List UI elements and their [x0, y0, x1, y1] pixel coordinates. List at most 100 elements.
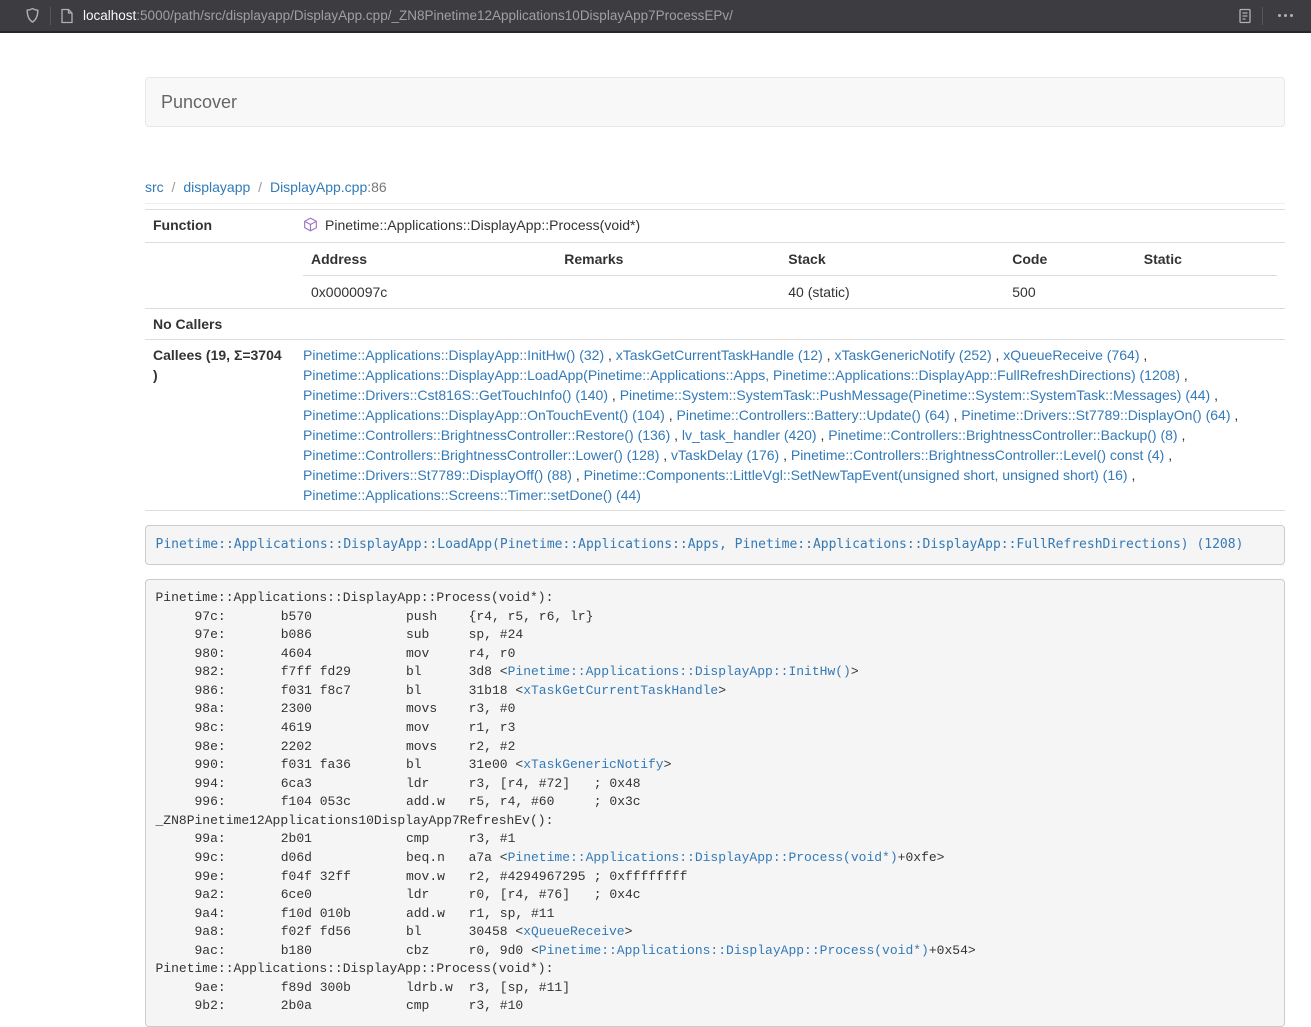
asm-line: 980: 4604 mov r4, r0 [156, 646, 516, 661]
callee-separator: , [665, 407, 677, 423]
callee-separator: , [1180, 367, 1188, 383]
asm-symbol-link[interactable]: xQueueReceive [523, 924, 624, 939]
assembly-code: Pinetime::Applications::DisplayApp::Proc… [156, 590, 976, 1013]
callee-link[interactable]: Pinetime::Controllers::BrightnessControl… [791, 447, 1164, 463]
col-static: Static [1136, 243, 1277, 276]
loadapp-highlight-box: Pinetime::Applications::DisplayApp::Load… [145, 525, 1285, 565]
callee-separator: , [823, 347, 835, 363]
breadcrumb-separator: / [164, 179, 184, 195]
asm-line: 99c: d06d beq.n a7a <Pinetime::Applicati… [156, 850, 945, 865]
url-path: :5000/path/src/displayapp/DisplayApp.cpp… [136, 8, 733, 23]
breadcrumb-link[interactable]: src [145, 179, 164, 195]
breadcrumb-link[interactable]: displayapp [183, 179, 250, 195]
asm-line: 9a2: 6ce0 ldr r0, [r4, #76] ; 0x4c [156, 887, 641, 902]
callee-separator: , [1139, 347, 1147, 363]
callee-link[interactable]: Pinetime::Controllers::BrightnessControl… [303, 427, 670, 443]
callee-separator: , [1210, 387, 1218, 403]
callee-link[interactable]: xTaskGenericNotify (252) [834, 347, 991, 363]
assembly-block: Pinetime::Applications::DisplayApp::Proc… [145, 579, 1285, 1027]
asm-line: 9ac: b180 cbz r0, 9d0 <Pinetime::Applica… [156, 943, 976, 958]
asm-line: 986: f031 f8c7 bl 31b18 <xTaskGetCurrent… [156, 683, 727, 698]
metrics-header-row: Address Remarks Stack Code Static [303, 243, 1277, 276]
overflow-menu-icon[interactable] [1272, 14, 1299, 17]
callee-link[interactable]: Pinetime::Drivers::St7789::DisplayOn() (… [961, 407, 1230, 423]
asm-line: Pinetime::Applications::DisplayApp::Proc… [156, 590, 554, 605]
callee-link[interactable]: Pinetime::Drivers::Cst816S::GetTouchInfo… [303, 387, 608, 403]
callee-separator: , [1178, 427, 1186, 443]
breadcrumb-separator: / [250, 179, 270, 195]
callee-link[interactable]: Pinetime::Applications::Screens::Timer::… [303, 487, 641, 503]
asm-line: 9a8: f02f fd56 bl 30458 <xQueueReceive> [156, 924, 633, 939]
app-header: Puncover [145, 77, 1285, 127]
breadcrumb-link[interactable]: DisplayApp.cpp [270, 179, 367, 195]
shield-icon[interactable] [24, 7, 41, 24]
asm-line: 98c: 4619 mov r1, r3 [156, 720, 516, 735]
col-stack: Stack [780, 243, 1004, 276]
breadcrumb: src / displayapp / DisplayApp.cpp:86 [145, 180, 1285, 194]
asm-line: 9b2: 2b0a cmp r3, #10 [156, 998, 524, 1013]
asm-line: _ZN8Pinetime12Applications10DisplayApp7R… [156, 813, 554, 828]
callees-list: Pinetime::Applications::DisplayApp::Init… [295, 340, 1285, 511]
function-label: Function [145, 210, 295, 243]
callee-separator: , [779, 447, 791, 463]
callee-link[interactable]: xQueueReceive (764) [1003, 347, 1139, 363]
callee-separator: , [572, 467, 584, 483]
remarks-value [556, 276, 780, 309]
callee-link[interactable]: Pinetime::Controllers::BrightnessControl… [828, 427, 1177, 443]
col-address: Address [303, 243, 556, 276]
callee-separator: , [1164, 447, 1172, 463]
code-value: 500 [1004, 276, 1135, 309]
divider [145, 203, 1285, 204]
callee-link[interactable]: xTaskGetCurrentTaskHandle (12) [616, 347, 823, 363]
asm-symbol-link[interactable]: Pinetime::Applications::DisplayApp::Proc… [539, 943, 929, 958]
asm-line: 9ae: f89d 300b ldrb.w r3, [sp, #11] [156, 980, 571, 995]
callee-separator: , [992, 347, 1004, 363]
callee-link[interactable]: Pinetime::Applications::DisplayApp::OnTo… [303, 407, 665, 423]
url-host: localhost [83, 8, 136, 23]
callee-separator: , [670, 427, 682, 443]
callee-link[interactable]: Pinetime::System::SystemTask::PushMessag… [620, 387, 1211, 403]
col-remarks: Remarks [556, 243, 780, 276]
callee-separator: , [659, 447, 671, 463]
callee-link[interactable]: Pinetime::Controllers::Battery::Update()… [677, 407, 950, 423]
callee-separator: , [604, 347, 616, 363]
asm-line: 994: 6ca3 ldr r3, [r4, #72] ; 0x48 [156, 776, 641, 791]
function-table: Function Pinetime::Applications::Display… [145, 209, 1285, 511]
callee-link[interactable]: Pinetime::Drivers::St7789::DisplayOff() … [303, 467, 572, 483]
asm-symbol-link[interactable]: Pinetime::Applications::DisplayApp::Init… [508, 664, 851, 679]
asm-line: 98a: 2300 movs r3, #0 [156, 701, 516, 716]
page-icon[interactable] [60, 8, 74, 24]
metrics-table: Address Remarks Stack Code Static 0x0000… [303, 243, 1277, 308]
asm-symbol-link[interactable]: xTaskGenericNotify [523, 757, 663, 772]
callee-link[interactable]: Pinetime::Controllers::BrightnessControl… [303, 447, 659, 463]
stack-value: 40 (static) [780, 276, 1004, 309]
callee-link[interactable]: lv_task_handler (420) [682, 427, 817, 443]
callee-separator: , [1128, 467, 1136, 483]
callee-link[interactable]: Pinetime::Applications::DisplayApp::Load… [303, 367, 1180, 383]
callee-link[interactable]: vTaskDelay (176) [671, 447, 779, 463]
callees-label: Callees (19, Σ=3704 ) [145, 340, 295, 511]
function-name: Pinetime::Applications::DisplayApp::Proc… [325, 217, 640, 233]
loadapp-link[interactable]: Pinetime::Applications::DisplayApp::Load… [156, 537, 1244, 552]
reader-mode-icon[interactable] [1237, 8, 1253, 24]
metrics-value-row: 0x0000097c 40 (static) 500 [303, 276, 1277, 309]
col-code: Code [1004, 243, 1135, 276]
callee-separator: , [608, 387, 620, 403]
asm-line: 9a4: f10d 010b add.w r1, sp, #11 [156, 906, 555, 921]
symbol-cube-icon [303, 217, 318, 237]
asm-line: 996: f104 053c add.w r5, r4, #60 ; 0x3c [156, 794, 641, 809]
asm-line: 97e: b086 sub sp, #24 [156, 627, 524, 642]
asm-symbol-link[interactable]: Pinetime::Applications::DisplayApp::Proc… [508, 850, 898, 865]
asm-symbol-link[interactable]: xTaskGetCurrentTaskHandle [523, 683, 718, 698]
callee-link[interactable]: Pinetime::Applications::DisplayApp::Init… [303, 347, 604, 363]
table-row: Address Remarks Stack Code Static 0x0000… [145, 243, 1285, 309]
toolbar-divider [50, 7, 51, 25]
url-bar[interactable]: localhost:5000/path/src/displayapp/Displ… [83, 8, 1225, 23]
asm-line: 982: f7ff fd29 bl 3d8 <Pinetime::Applica… [156, 664, 859, 679]
callee-link[interactable]: Pinetime::Components::LittleVgl::SetNewT… [584, 467, 1128, 483]
asm-line: Pinetime::Applications::DisplayApp::Proc… [156, 961, 554, 976]
asm-line: 97c: b570 push {r4, r5, r6, lr} [156, 609, 594, 624]
table-row: Callees (19, Σ=3704 ) Pinetime::Applicat… [145, 340, 1285, 511]
brand-link[interactable]: Puncover [146, 92, 252, 113]
callee-separator: , [817, 427, 829, 443]
